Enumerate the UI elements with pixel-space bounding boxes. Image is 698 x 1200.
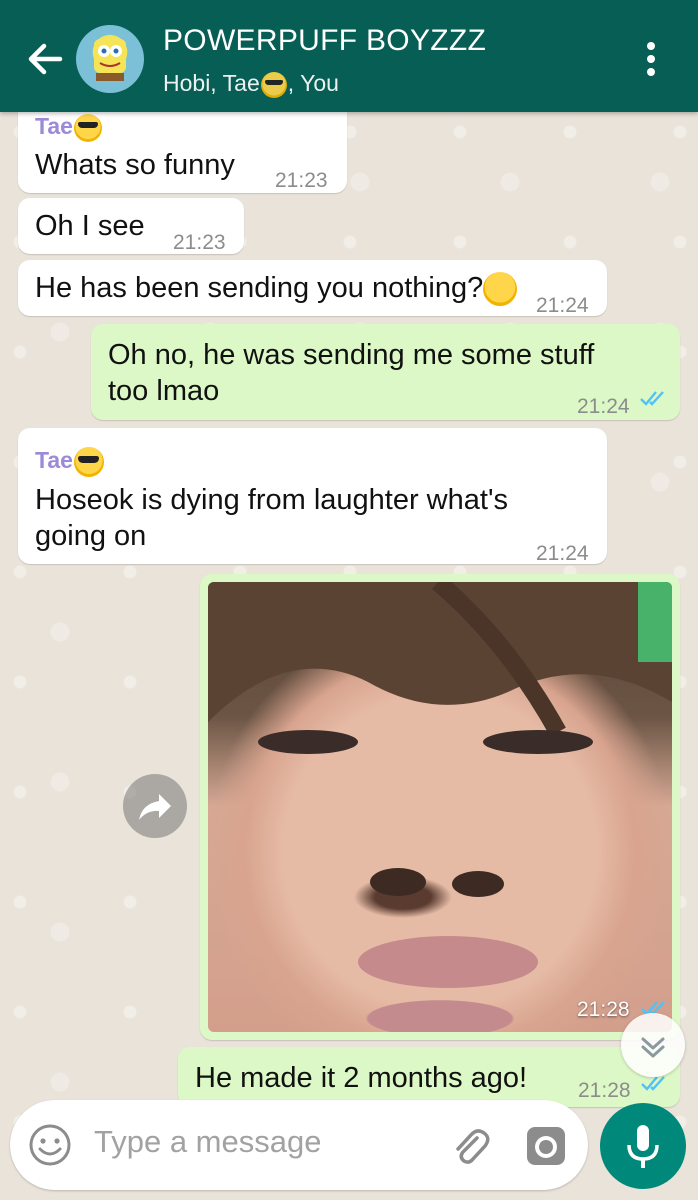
message-text: Whats so funny xyxy=(35,149,235,181)
emoji-icon[interactable] xyxy=(28,1123,72,1167)
message-text-content: He has been sending you nothing? xyxy=(35,272,484,304)
sender-name: Tae xyxy=(35,108,102,144)
message-line: Hoseok is dying from laughter what's xyxy=(35,484,508,516)
message-line: Oh no, he was sending me some stuff xyxy=(108,339,595,371)
message-outgoing[interactable]: Oh no, he was sending me some stuff too … xyxy=(91,324,680,420)
scroll-down-icon xyxy=(641,1037,665,1058)
members-text-end: , You xyxy=(287,70,339,96)
message-time: 21:24 xyxy=(536,294,589,317)
message-text: Hoseok is dying from laughter what's goi… xyxy=(35,482,508,554)
back-button[interactable] xyxy=(22,36,68,82)
voice-message-button[interactable] xyxy=(600,1103,686,1189)
mic-icon xyxy=(627,1125,659,1168)
photo-content xyxy=(208,582,672,988)
chat-header: POWERPUFF BOYZZZ Hobi, Tae , You xyxy=(0,0,698,112)
group-title[interactable]: POWERPUFF BOYZZZ xyxy=(163,24,486,58)
message-time: 21:24 xyxy=(536,542,589,565)
message-input-bar: Type a message xyxy=(10,1100,588,1190)
back-arrow-icon xyxy=(28,43,63,75)
sender-label: Tae xyxy=(35,447,73,473)
sunglasses-emoji-icon xyxy=(73,446,104,477)
message-text: He made it 2 months ago! xyxy=(195,1062,528,1094)
forward-icon xyxy=(139,794,171,820)
message-time: 21:23 xyxy=(275,169,328,192)
message-incoming[interactable]: Tae Hoseok is dying from laughter what's… xyxy=(18,428,607,565)
attach-icon[interactable] xyxy=(447,1124,493,1170)
message-incoming[interactable]: Oh I see 21:23 xyxy=(18,198,244,254)
message-incoming[interactable]: Tae Whats so funny 21:23 xyxy=(18,100,347,193)
more-options-button[interactable] xyxy=(636,38,666,82)
shared-photo[interactable]: 21:28 xyxy=(208,582,672,1032)
sunglasses-emoji-icon xyxy=(73,113,102,142)
message-text: Oh I see xyxy=(35,210,145,242)
message-line: going on xyxy=(35,520,147,552)
message-line: too lmao xyxy=(108,375,220,407)
message-incoming[interactable]: He has been sending you nothing? 21:24 xyxy=(18,260,607,317)
message-outgoing[interactable]: He made it 2 months ago! 21:28 xyxy=(178,1047,680,1107)
message-input[interactable]: Type a message xyxy=(94,1124,321,1160)
message-text: He has been sending you nothing? xyxy=(35,270,518,307)
more-vert-icon xyxy=(636,42,666,76)
message-time: 21:23 xyxy=(173,231,226,254)
sunglasses-emoji-icon xyxy=(260,71,287,98)
members-text-start: Hobi, Tae xyxy=(163,70,260,96)
sender-name: Tae xyxy=(35,442,104,478)
group-members[interactable]: Hobi, Tae , You xyxy=(163,70,339,98)
camera-icon[interactable] xyxy=(524,1124,568,1168)
forward-button[interactable] xyxy=(123,774,187,838)
group-avatar[interactable] xyxy=(76,25,144,93)
avatar-image xyxy=(94,39,126,81)
message-text: Oh no, he was sending me some stuff too … xyxy=(108,337,594,409)
scroll-to-bottom-button[interactable] xyxy=(621,1013,685,1077)
sender-label: Tae xyxy=(35,113,73,139)
read-ticks-icon xyxy=(640,391,664,406)
sad-sweat-emoji-icon xyxy=(483,272,518,307)
message-time: 21:24 xyxy=(577,395,630,418)
